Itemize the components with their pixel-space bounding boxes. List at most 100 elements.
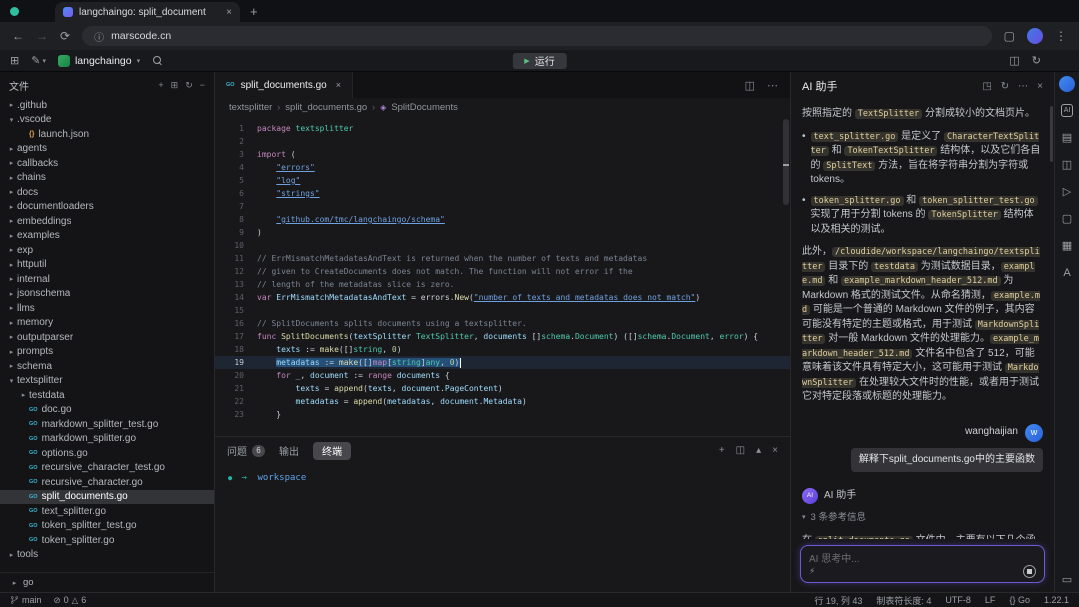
assistant-body[interactable]: 按照指定的 TextSplitter 分割成较小的文档页片。•text_spli…: [791, 100, 1054, 539]
tree-item[interactable]: GOmarkdown_splitter_test.go: [0, 417, 214, 432]
preview-icon[interactable]: ◫: [1062, 160, 1072, 171]
address-bar[interactable]: ⓘ marscode.cn: [82, 26, 992, 46]
tree-item[interactable]: ▸agents: [0, 142, 214, 157]
tree-item[interactable]: GOrecursive_character_test.go: [0, 461, 214, 476]
sync-icon[interactable]: ↻: [1032, 54, 1041, 67]
panel-tab[interactable]: 输出: [279, 442, 299, 460]
tree-item[interactable]: ▸llms: [0, 301, 214, 316]
refresh-icon[interactable]: ↻: [185, 80, 193, 91]
close-icon[interactable]: ×: [1037, 81, 1043, 92]
browser-tab[interactable]: langchaingo: split_document ×: [55, 2, 240, 22]
code-line[interactable]: 11// ErrMismatchMetadatasAndText is retu…: [215, 252, 790, 265]
tree-item[interactable]: ▸schema: [0, 359, 214, 374]
reload-button[interactable]: ⟳: [60, 29, 70, 43]
tree-item[interactable]: ▸docs: [0, 185, 214, 200]
ai-assistant-icon[interactable]: AI: [1061, 104, 1074, 117]
tree-item[interactable]: GOrecursive_character.go: [0, 475, 214, 490]
tree-item[interactable]: GOtoken_splitter_test.go: [0, 519, 214, 534]
code-line[interactable]: 21 texts = append(texts, document.PageCo…: [215, 382, 790, 395]
code-line[interactable]: 23 }: [215, 408, 790, 421]
breadcrumb-item[interactable]: textsplitter: [229, 102, 272, 113]
tree-item[interactable]: GOoptions.go: [0, 446, 214, 461]
extensions-icon[interactable]: ▢: [1062, 214, 1072, 225]
quick-actions-icon[interactable]: ⚡: [809, 566, 815, 577]
status-item[interactable]: {} Go: [1009, 595, 1030, 605]
problems-indicator[interactable]: ⊘ 0 △ 6: [54, 595, 87, 606]
code-line[interactable]: 1package textsplitter: [215, 122, 790, 135]
workspace-switcher[interactable]: langchaingo ▾: [58, 55, 140, 67]
browser-profile-avatar[interactable]: [1027, 28, 1043, 44]
code-line[interactable]: 15: [215, 304, 790, 317]
breadcrumb-item[interactable]: split_documents.go: [285, 102, 367, 113]
code-line[interactable]: 6 "strings": [215, 187, 790, 200]
code-line[interactable]: 5 "log": [215, 174, 790, 187]
code-editor[interactable]: 1package textsplitter23import (4 "errors…: [215, 116, 790, 436]
code-line[interactable]: 13// length of the metadatas slice is ze…: [215, 278, 790, 291]
tree-item[interactable]: ▸internal: [0, 272, 214, 287]
code-line[interactable]: 10: [215, 239, 790, 252]
tree-item[interactable]: ▸tools: [0, 548, 214, 563]
tree-item[interactable]: {}launch.json: [0, 127, 214, 142]
branch-indicator[interactable]: main: [10, 595, 42, 605]
window-control-dot[interactable]: [10, 7, 19, 16]
code-line[interactable]: 4 "errors": [215, 161, 790, 174]
new-tab-button[interactable]: +: [250, 4, 258, 19]
panel-tab[interactable]: 问题6: [227, 442, 265, 460]
debug-icon[interactable]: ▷: [1063, 187, 1071, 198]
references-toggle[interactable]: ▾3 条参考信息: [802, 511, 1043, 526]
site-info-icon[interactable]: ⓘ: [94, 29, 104, 44]
close-panel-icon[interactable]: ×: [772, 445, 778, 456]
tree-item[interactable]: ▸.github: [0, 98, 214, 113]
more-icon[interactable]: ⋯: [1018, 81, 1028, 92]
browser-menu-icon[interactable]: ⋮: [1055, 29, 1067, 43]
status-item[interactable]: 制表符长度: 4: [876, 594, 931, 607]
breadcrumb-item[interactable]: SplitDocuments: [391, 102, 458, 113]
new-folder-icon[interactable]: ⊞: [171, 80, 179, 91]
code-line[interactable]: 18 texts := make([]string, 0): [215, 343, 790, 356]
history-icon[interactable]: ↻: [1001, 81, 1009, 92]
tree-item[interactable]: ▸memory: [0, 316, 214, 331]
theme-brush-button[interactable]: ✎ ▾: [31, 54, 46, 67]
search-icon[interactable]: [152, 55, 163, 66]
code-line[interactable]: 12// given to CreateDocuments does not m…: [215, 265, 790, 278]
tree-item[interactable]: ▸examples: [0, 229, 214, 244]
user-question[interactable]: 解释下split_documents.go中的主要函数: [851, 448, 1043, 473]
code-line[interactable]: 17func SplitDocuments(textSplitter TextS…: [215, 330, 790, 343]
code-line[interactable]: 20 for _, document := range documents {: [215, 369, 790, 382]
maximize-panel-icon[interactable]: ▴: [756, 445, 761, 456]
stop-generating-button[interactable]: [1023, 565, 1036, 578]
code-line[interactable]: 3import (: [215, 148, 790, 161]
tree-item[interactable]: GOsplit_documents.go: [0, 490, 214, 505]
tree-item[interactable]: ▸prompts: [0, 345, 214, 360]
metrics-icon[interactable]: ▦: [1062, 241, 1072, 252]
editor-scrollbar[interactable]: [783, 119, 789, 205]
status-item[interactable]: 1.22.1: [1044, 595, 1069, 605]
code-line[interactable]: 14var ErrMismatchMetadatasAndText = erro…: [215, 291, 790, 304]
translate-icon[interactable]: A: [1063, 268, 1070, 279]
tree-item[interactable]: ▸jsonschema: [0, 287, 214, 302]
close-tab-icon[interactable]: ×: [336, 80, 341, 90]
tree-item[interactable]: ▸documentloaders: [0, 200, 214, 215]
forward-button[interactable]: →: [36, 29, 48, 43]
user-avatar[interactable]: [1059, 76, 1075, 92]
browser-extensions-icon[interactable]: ▢: [1004, 29, 1015, 43]
tree-item[interactable]: ▾.vscode: [0, 113, 214, 128]
tree-item[interactable]: GOdoc.go: [0, 403, 214, 418]
tree-item[interactable]: GOtoken_splitter.go: [0, 533, 214, 548]
terminal[interactable]: ● → workspace: [215, 464, 790, 592]
explorer-footer-section[interactable]: ▸ go: [0, 572, 214, 592]
status-item[interactable]: LF: [985, 595, 996, 605]
close-tab-icon[interactable]: ×: [226, 7, 232, 18]
tree-item[interactable]: ▸callbacks: [0, 156, 214, 171]
code-line[interactable]: 2: [215, 135, 790, 148]
collapse-all-icon[interactable]: −: [200, 80, 205, 90]
tree-item[interactable]: ▸exp: [0, 243, 214, 258]
expand-icon[interactable]: ◳: [982, 81, 991, 92]
remote-monitor-icon[interactable]: ▭: [1062, 573, 1072, 586]
split-editor-icon[interactable]: ◫: [745, 79, 755, 92]
more-actions-icon[interactable]: ⋯: [767, 79, 778, 92]
tree-item[interactable]: ▸chains: [0, 171, 214, 186]
back-button[interactable]: ←: [12, 29, 24, 43]
new-terminal-icon[interactable]: +: [719, 445, 725, 456]
tree-item[interactable]: ▾textsplitter: [0, 374, 214, 389]
